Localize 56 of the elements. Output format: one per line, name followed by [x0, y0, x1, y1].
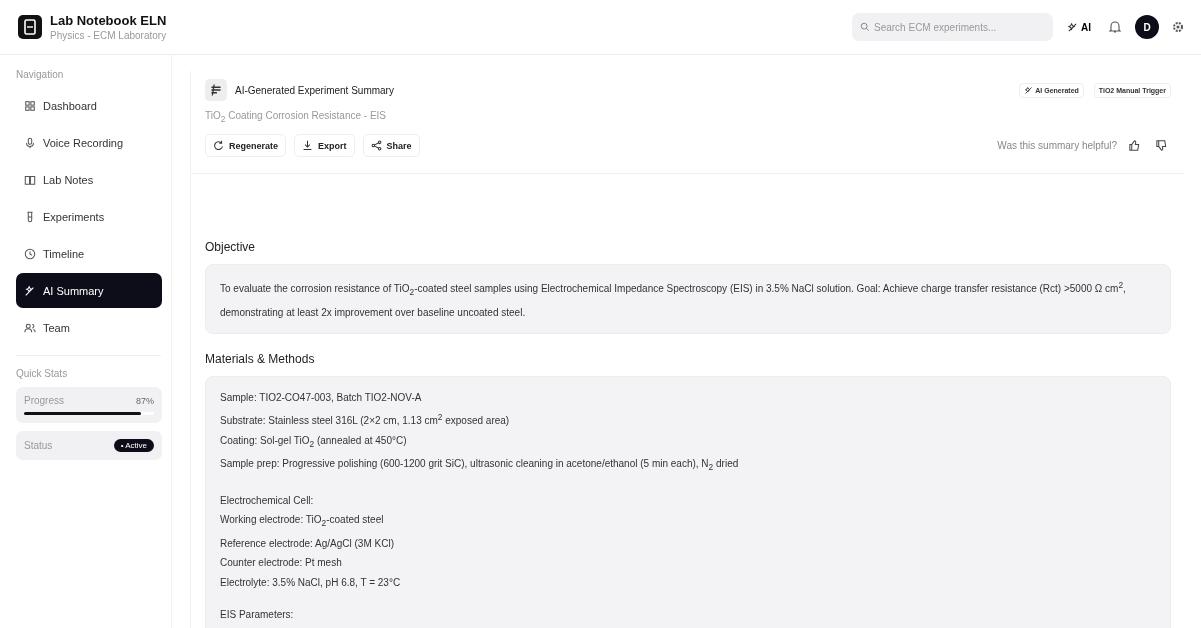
stat-label: Progress — [24, 395, 64, 406]
nav-item[interactable]: Dashboard — [16, 88, 162, 123]
sparkle-icon — [24, 284, 36, 297]
ai-button[interactable]: AI — [1063, 17, 1095, 37]
nav-item[interactable]: Team — [16, 310, 162, 345]
nav-item[interactable]: Lab Notes — [16, 162, 162, 197]
settings-icon — [1172, 21, 1184, 33]
section-heading: Objective — [205, 240, 257, 254]
flask-icon — [24, 210, 36, 223]
section-heading: Materials & Methods — [205, 352, 316, 367]
nav-item[interactable]: Voice Recording — [16, 125, 162, 160]
status-badge: • Active — [113, 439, 154, 452]
book-icon — [24, 173, 36, 186]
text-line: Working electrode: TiO$_{2}$-coated steel — [220, 513, 385, 531]
text-line: Substrate: Stainless steel 316L (2×2 cm, 1.13 cm$^{2}$ exposed area) — [220, 410, 511, 429]
stat-value: 87% — [136, 395, 154, 406]
nav-item[interactable]: Experiments — [16, 199, 162, 234]
app-title: Lab Notebook ELN — [50, 13, 167, 28]
experiment-subtitle: TiO$_{2}$ Coating Corrosion Resistance - EIS — [205, 110, 387, 124]
summary-title: AI-Generated Experiment Summary — [235, 84, 394, 96]
text-line: Electrochemical Cell: — [220, 493, 315, 508]
text-line: EIS Parameters: — [220, 608, 295, 623]
export-button[interactable]: Export — [294, 134, 355, 157]
notebook-logo-icon — [18, 15, 42, 39]
text-line: Electrolyte: 3.5% NaCl, pH 6.8, T = 23°C — [220, 575, 402, 590]
mic-icon — [24, 136, 36, 149]
section-heading: Navigation — [16, 69, 65, 80]
sparkle-icon — [205, 79, 227, 101]
share-icon — [370, 140, 382, 151]
section-heading: Quick Stats — [16, 368, 69, 379]
users-icon — [24, 321, 36, 334]
text-line: Counter electrode: Pt mesh — [220, 556, 343, 571]
text-line: Coating: Sol-gel TiO$_{2}$ (annealed at 450°C) — [220, 433, 408, 451]
text-line: Sample prep: Progressive polishing (600-1200 grit SiC), ultrasonic cleaning in acetone/ethanol (5 min each), N$_{2}$ dried — [220, 457, 740, 475]
sparkle-icon — [1024, 85, 1034, 95]
regenerate-button[interactable]: Regenerate — [205, 134, 287, 157]
clock-icon — [24, 247, 36, 260]
stat-label: Status — [24, 440, 53, 451]
feedback-question: Was this summary helpful? — [997, 140, 1117, 151]
text-line: To evaluate the corrosion resistance of TiO$_{2}$-coated steel samples using Electrochemical Impedance Spectroscopy (EIS) in 3.5% NaCl solution. Goal: Achieve charge transfer resistance (Rct) >5000 Ω cm$^{2}$, demonstrating at least 2x improvement over baseline uncoated steel. — [220, 279, 1127, 320]
refresh-icon — [213, 140, 224, 151]
download-icon — [302, 140, 314, 151]
grid-icon — [24, 99, 36, 112]
thumbs-up-icon — [1128, 139, 1141, 152]
bell-icon — [1108, 20, 1122, 34]
nav-item[interactable]: Timeline — [16, 236, 162, 271]
app-subtitle: Physics - ECM Laboratory — [50, 30, 167, 41]
user-avatar[interactable]: D — [1135, 15, 1159, 39]
text-line: Reference electrode: Ag/AgCl (3M KCl) — [220, 536, 395, 551]
text-line: Sample: TIO2-CO47-003, Batch TIO2-NOV-A — [220, 391, 423, 406]
nav-item[interactable]: AI Summary — [16, 273, 162, 308]
sparkle-icon — [1067, 21, 1078, 33]
search-icon — [860, 22, 870, 32]
share-button[interactable]: Share — [362, 134, 420, 157]
thumbs-down-icon — [1155, 139, 1168, 152]
search-field[interactable]: Search ECM experiments... — [852, 13, 1053, 41]
